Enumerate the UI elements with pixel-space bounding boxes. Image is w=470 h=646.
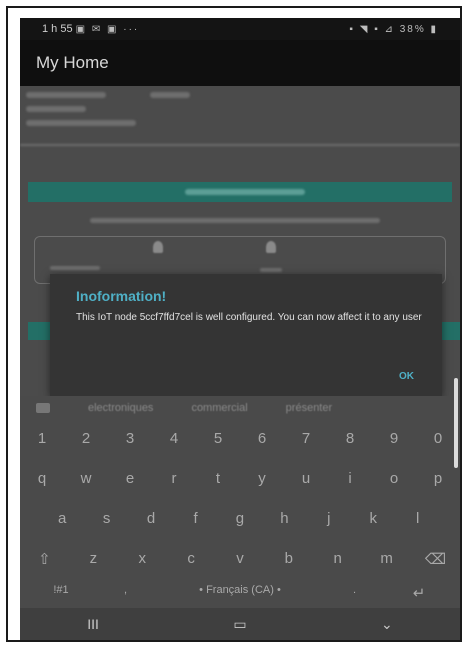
key-j[interactable]: j [314,510,344,527]
bg-text-line [90,218,380,223]
navigation-bar: III ▭ ⌄ [20,608,460,640]
keyboard-row-numbers: 1 2 3 4 5 6 7 8 9 0 [20,430,460,447]
key-4[interactable]: 4 [159,430,189,447]
app-bar: My Home [20,40,460,86]
keyboard-row-asdf: a s d f g h j k l [20,510,460,527]
dialog-title: Inoformation! [76,288,167,304]
key-6[interactable]: 6 [247,430,277,447]
key-b[interactable]: b [274,550,304,568]
bg-text-line [26,92,106,98]
bg-divider [20,144,460,146]
key-r[interactable]: r [159,470,189,487]
suggestion-item[interactable]: electroniques [88,402,153,414]
key-0[interactable]: 0 [423,430,453,447]
status-time: 1 h 55 [42,23,73,35]
notification-icons: ▣ ✉ ▣ ··· [75,24,140,35]
key-z[interactable]: z [78,550,108,568]
phone-screen: 1 h 55 ▣ ✉ ▣ ··· ▪ ◥ ▪ ⊿ 38% ▮ My Home I… [20,18,460,640]
information-dialog: Inoformation! This IoT node 5ccf7ffd7cel… [50,274,442,396]
bg-button-label [185,189,305,195]
key-x[interactable]: x [127,550,157,568]
comma-key[interactable]: , [111,584,141,602]
emoji-icon[interactable] [36,403,50,413]
bg-text-line [26,120,136,126]
key-3[interactable]: 3 [115,430,145,447]
suggestion-item[interactable]: commercial [191,402,247,414]
key-2[interactable]: 2 [71,430,101,447]
key-m[interactable]: m [372,550,402,568]
dialog-message: This IoT node 5ccf7ffd7cel is well confi… [76,312,422,323]
keyboard-row-bottom: !#1 , • Français (CA) • . ↵ [20,584,460,602]
backspace-icon[interactable]: ⌫ [420,550,450,568]
key-g[interactable]: g [225,510,255,527]
key-c[interactable]: c [176,550,206,568]
key-9[interactable]: 9 [379,430,409,447]
suggestion-bar: electroniques commercial présenter [20,396,460,420]
key-y[interactable]: y [247,470,277,487]
bg-text-line [50,266,100,270]
bg-text-line [26,106,86,112]
key-1[interactable]: 1 [27,430,57,447]
bg-teal-button-left [28,322,52,340]
key-l[interactable]: l [403,510,433,527]
key-k[interactable]: k [358,510,388,527]
key-s[interactable]: s [92,510,122,527]
screenshot-frame: 1 h 55 ▣ ✉ ▣ ··· ▪ ◥ ▪ ⊿ 38% ▮ My Home I… [6,6,462,642]
recent-apps-icon[interactable]: III [87,616,99,632]
status-bar: 1 h 55 ▣ ✉ ▣ ··· ▪ ◥ ▪ ⊿ 38% ▮ [20,18,460,40]
key-w[interactable]: w [71,470,101,487]
ok-button[interactable]: OK [399,371,414,382]
key-a[interactable]: a [47,510,77,527]
key-f[interactable]: f [181,510,211,527]
keyboard-row-zxcv: ⇧ z x c v b n m ⌫ [20,550,460,568]
home-icon[interactable]: ▭ [233,616,246,633]
period-key[interactable]: . [340,584,370,602]
bg-text-line [150,92,190,98]
key-d[interactable]: d [136,510,166,527]
key-t[interactable]: t [203,470,233,487]
shift-icon[interactable]: ⇧ [29,550,59,568]
key-p[interactable]: p [423,470,453,487]
person-icon [153,241,163,253]
key-e[interactable]: e [115,470,145,487]
key-v[interactable]: v [225,550,255,568]
key-i[interactable]: i [335,470,365,487]
back-icon[interactable]: ⌄ [381,616,393,633]
key-o[interactable]: o [379,470,409,487]
key-5[interactable]: 5 [203,430,233,447]
enter-icon[interactable]: ↵ [404,584,434,602]
system-icons: ▪ ◥ ▪ ⊿ 38% ▮ [349,23,438,35]
on-screen-keyboard: electroniques commercial présenter 1 2 3… [20,396,460,640]
keyboard-row-qwerty: q w e r t y u i o p [20,470,460,487]
key-q[interactable]: q [27,470,57,487]
space-key[interactable]: • Français (CA) • [175,584,305,602]
app-title: My Home [36,53,109,72]
key-h[interactable]: h [269,510,299,527]
scrollbar[interactable] [454,378,458,468]
key-u[interactable]: u [291,470,321,487]
key-8[interactable]: 8 [335,430,365,447]
symbols-key[interactable]: !#1 [46,584,76,602]
bg-text-line [260,268,282,272]
key-7[interactable]: 7 [291,430,321,447]
key-n[interactable]: n [323,550,353,568]
lock-icon [266,241,276,253]
suggestion-item[interactable]: présenter [286,402,332,414]
